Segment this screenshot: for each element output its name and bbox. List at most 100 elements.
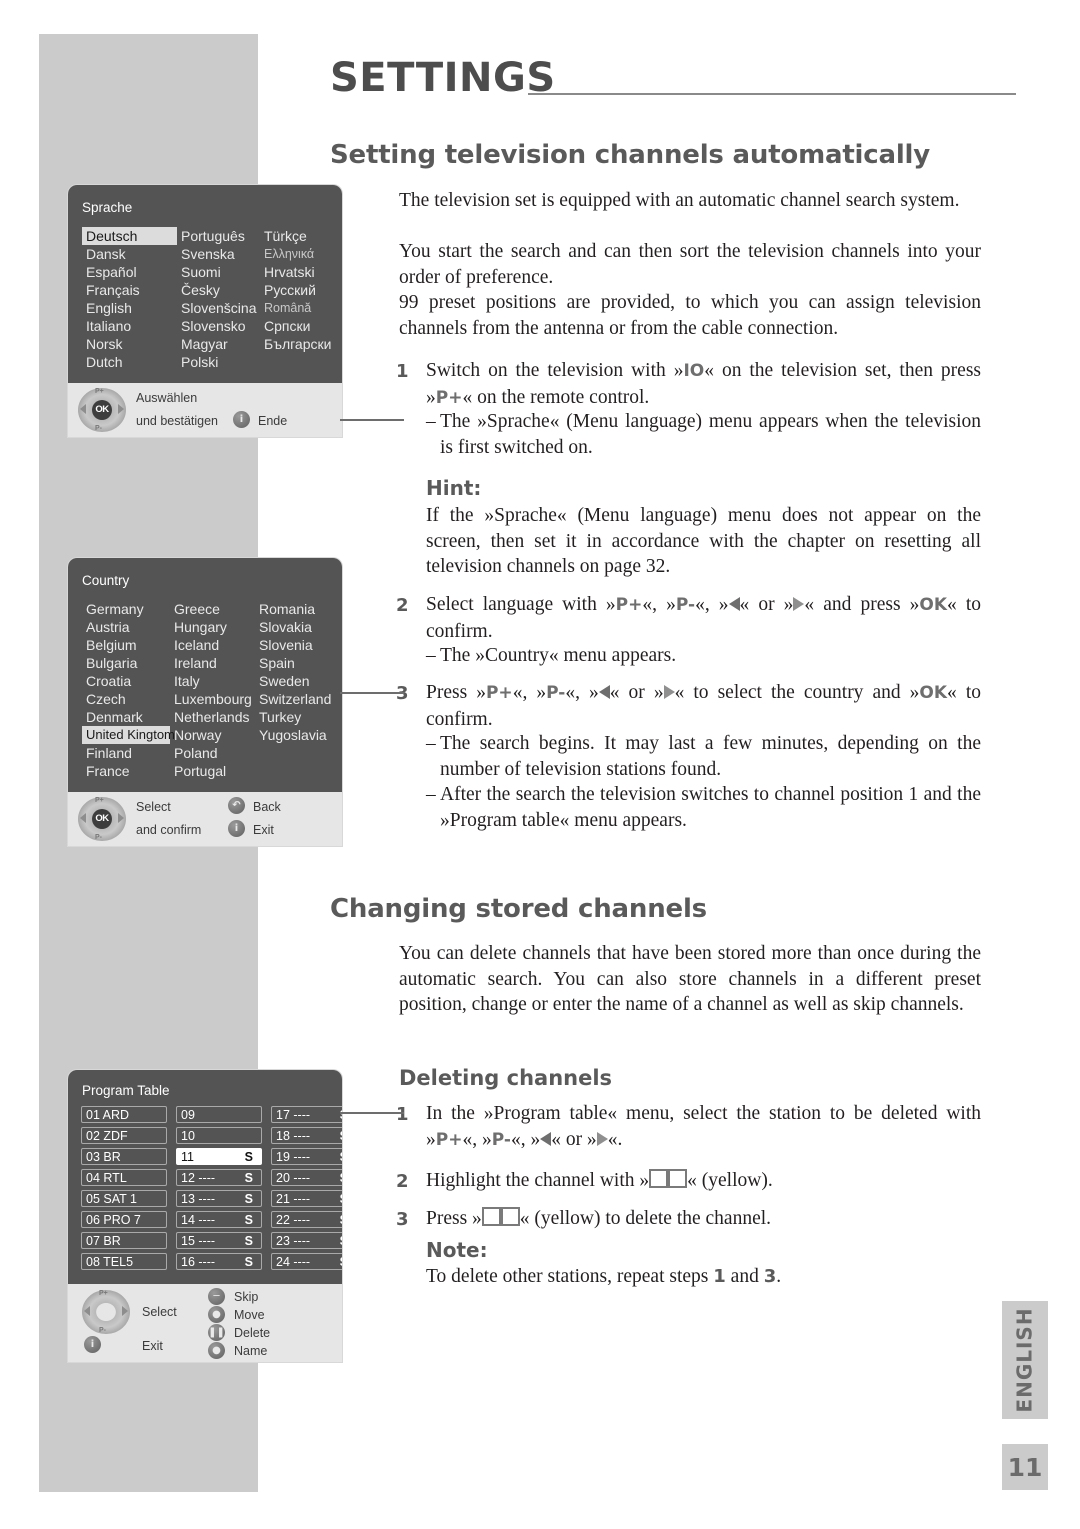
osd-country-item[interactable]: Poland [170, 744, 255, 762]
info-button-icon[interactable]: i [228, 820, 245, 837]
osd-country-item[interactable]: Sweden [255, 672, 335, 690]
move-button-icon[interactable]: ● [208, 1306, 225, 1323]
program-table-cell[interactable]: 15 ---- S [176, 1232, 262, 1249]
program-table-cell[interactable]: 06 PRO 7 [81, 1211, 167, 1228]
program-table-cell[interactable]: 24 ---- S [271, 1253, 342, 1270]
program-table-cell[interactable]: 04 RTL [81, 1169, 167, 1186]
navpad-left-arrow-icon [80, 404, 86, 414]
osd-language-item[interactable]: Slovensko [177, 317, 260, 335]
osd-footer-exit-label: Exit [253, 823, 274, 837]
skip-button-icon[interactable]: ─ [208, 1288, 225, 1305]
osd-country-item[interactable]: Czech [82, 690, 170, 708]
navigation-pad-icon[interactable]: P+ P- [82, 1290, 130, 1334]
step-number: 3 [396, 680, 426, 732]
program-table-cell[interactable]: 19 ---- S [271, 1148, 342, 1165]
osd-language-item[interactable]: Magyar [177, 335, 260, 353]
osd-country-item[interactable]: Iceland [170, 636, 255, 654]
osd-country-item[interactable]: Italy [170, 672, 255, 690]
osd-language-item[interactable]: Svenska [177, 245, 260, 263]
osd-language-item[interactable]: Português [177, 227, 260, 245]
cell-label: 08 TEL5 [86, 1254, 134, 1269]
delete-button-icon[interactable]: ❚❚ [208, 1324, 225, 1341]
osd-country-item[interactable]: Germany [82, 600, 170, 618]
osd-country-item[interactable]: Bulgaria [82, 654, 170, 672]
program-table-cell[interactable]: 01 ARD [81, 1106, 167, 1123]
program-table-cell[interactable]: 09 [176, 1106, 262, 1123]
step-text-part: «, » [510, 1128, 541, 1150]
osd-footer-select-label: Select [142, 1305, 177, 1319]
program-table-cell[interactable]: 07 BR [81, 1232, 167, 1249]
osd-language-item[interactable]: English [82, 299, 177, 317]
navigation-pad-icon[interactable]: P+ P- OK [78, 797, 126, 841]
program-table-cell[interactable]: 05 SAT 1 [81, 1190, 167, 1207]
osd-country-item[interactable]: Croatia [82, 672, 170, 690]
osd-language-item[interactable]: Español [82, 263, 177, 281]
navpad-ok-button[interactable]: OK [92, 809, 112, 829]
osd-language-item[interactable]: Slovenšcina [177, 299, 260, 317]
osd-country-item-selected[interactable]: United Kingtom [82, 726, 175, 744]
osd-language-item[interactable]: Italiano [82, 317, 177, 335]
program-table-cell[interactable]: 23 ---- S [271, 1232, 342, 1249]
program-table-cell[interactable]: 20 ---- S [271, 1169, 342, 1186]
osd-country-item[interactable]: Netherlands [170, 708, 255, 726]
osd-language-item[interactable]: Ελληνικά [260, 245, 335, 263]
osd-footer-exit-label: Ende [258, 414, 288, 428]
osd-language-item[interactable]: Türkçe [260, 227, 335, 245]
navpad-ok-button[interactable]: OK [92, 400, 112, 420]
osd-language-item[interactable]: Dutch [82, 353, 177, 371]
osd-country-item[interactable]: Hungary [170, 618, 255, 636]
osd-country-item[interactable]: Turkey [255, 708, 335, 726]
osd-country-item[interactable]: France [82, 762, 170, 780]
osd-language-item[interactable]: Suomi [177, 263, 260, 281]
osd-language-item[interactable]: Română [260, 299, 335, 317]
osd-country-item[interactable]: Portugal [170, 762, 255, 780]
osd-country-item[interactable]: Belgium [82, 636, 170, 654]
program-table-cell[interactable]: 02 ZDF [81, 1127, 167, 1144]
section-heading-setting-channels: Setting television channels automaticall… [330, 140, 930, 170]
osd-language-item[interactable]: Česky [177, 281, 260, 299]
osd-language-item[interactable]: Српски [260, 317, 335, 335]
osd-language-item[interactable]: Dansk [82, 245, 177, 263]
name-button-icon[interactable]: ● [208, 1342, 225, 1359]
osd-language-item[interactable]: Hrvatski [260, 263, 335, 281]
back-button-icon[interactable]: ↶ [228, 797, 245, 814]
arrow-left-icon [728, 597, 740, 611]
program-table-cell[interactable]: 16 ---- S [176, 1253, 262, 1270]
program-table-cell-selected[interactable]: 11 S [176, 1148, 262, 1165]
osd-country-item[interactable]: Norway [170, 726, 255, 744]
program-table-cell[interactable]: 08 TEL5 [81, 1253, 167, 1270]
osd-country-item[interactable]: Finland [82, 744, 170, 762]
osd-country-item[interactable]: Romania [255, 600, 335, 618]
program-table-cell[interactable]: 22 ---- S [271, 1211, 342, 1228]
program-table-cell[interactable]: 18 ---- S [271, 1127, 342, 1144]
program-table-cell[interactable]: 14 ---- S [176, 1211, 262, 1228]
osd-country-item[interactable]: Austria [82, 618, 170, 636]
osd-country-item[interactable]: Ireland [170, 654, 255, 672]
navigation-pad-icon[interactable]: P+ P- OK [78, 388, 126, 432]
osd-language-item[interactable]: Deutsch [82, 227, 177, 245]
program-table-cell[interactable]: 10 [176, 1127, 262, 1144]
osd-language-item[interactable]: Français [82, 281, 177, 299]
osd-country-item[interactable]: Spain [255, 654, 335, 672]
osd-country-item[interactable]: Yugoslavia [255, 726, 335, 744]
program-table-cell[interactable]: 12 ---- S [176, 1169, 262, 1186]
osd-language-item[interactable]: Русский [260, 281, 335, 299]
info-button-icon[interactable]: i [233, 411, 250, 428]
osd-language-item[interactable]: Български [260, 335, 335, 353]
info-button-icon[interactable]: i [84, 1336, 101, 1353]
osd-country-item[interactable]: Slovenia [255, 636, 335, 654]
osd-language-item[interactable]: Polski [177, 353, 260, 371]
note-text-part: To delete other stations, repeat steps [426, 1266, 714, 1287]
key-label-pplus: P+ [435, 1129, 463, 1150]
program-table-cell[interactable]: 17 ---- S [271, 1106, 342, 1123]
osd-country-item[interactable]: Switzerland [255, 690, 335, 708]
program-table-cell[interactable]: 21 ---- S [271, 1190, 342, 1207]
osd-country-item[interactable]: Greece [170, 600, 255, 618]
program-table-cell[interactable]: 03 BR [81, 1148, 167, 1165]
osd-country-item[interactable]: Luxembourg [170, 690, 255, 708]
program-table-cell[interactable]: 13 ---- S [176, 1190, 262, 1207]
osd-language-item[interactable]: Norsk [82, 335, 177, 353]
osd-country-item[interactable]: Slovakia [255, 618, 335, 636]
osd-country-item[interactable]: Denmark [82, 708, 170, 726]
cell-label: 01 ARD [86, 1107, 130, 1122]
